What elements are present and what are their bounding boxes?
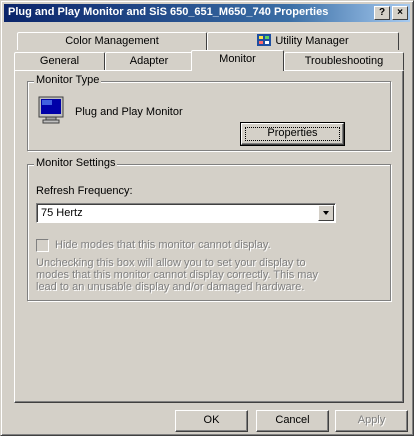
tab-label: General bbox=[39, 55, 80, 67]
close-button[interactable]: × bbox=[392, 6, 408, 20]
ok-button[interactable]: OK bbox=[175, 410, 248, 432]
monitor-name: Plug and Play Monitor bbox=[75, 106, 183, 118]
apply-button-label: Apply bbox=[357, 414, 386, 426]
monitor-settings-group: Monitor Settings Refresh Frequency: 75 H… bbox=[27, 157, 391, 301]
window-title: Plug and Play Monitor and SiS 650_651_M6… bbox=[8, 6, 329, 18]
cancel-button[interactable]: Cancel bbox=[256, 410, 329, 432]
tab-troubleshooting[interactable]: Troubleshooting bbox=[284, 52, 404, 70]
cancel-button-label: Cancel bbox=[275, 414, 310, 426]
help-button[interactable]: ? bbox=[374, 6, 390, 20]
apply-button[interactable]: Apply bbox=[335, 410, 408, 432]
refresh-frequency-select[interactable]: 75 Hertz bbox=[36, 203, 336, 223]
focus-rectangle bbox=[245, 127, 340, 141]
dropdown-arrow-icon[interactable] bbox=[318, 205, 334, 221]
tab-utility-manager[interactable]: Utility Manager bbox=[207, 32, 399, 50]
properties-button[interactable]: Properties bbox=[240, 122, 345, 146]
tab-label: Adapter bbox=[129, 55, 169, 67]
monitor-tab-panel: Monitor Type Plug and Play Monitor Prope… bbox=[14, 70, 404, 403]
tab-general[interactable]: General bbox=[14, 52, 105, 70]
refresh-frequency-label: Refresh Frequency: bbox=[36, 185, 133, 197]
properties-dialog: Plug and Play Monitor and SiS 650_651_M6… bbox=[0, 0, 414, 436]
utility-manager-icon bbox=[257, 34, 272, 46]
tab-label: Troubleshooting bbox=[304, 55, 384, 67]
tab-label: Monitor bbox=[219, 53, 256, 65]
monitor-settings-label: Monitor Settings bbox=[34, 157, 118, 169]
tab-adapter[interactable]: Adapter bbox=[105, 52, 193, 70]
tab-color-management[interactable]: Color Management bbox=[17, 32, 207, 50]
hide-modes-checkbox[interactable] bbox=[36, 239, 49, 252]
monitor-type-label: Monitor Type bbox=[34, 74, 102, 86]
warning-text: Unchecking this box will allow you to se… bbox=[36, 257, 319, 293]
monitor-type-group: Monitor Type Plug and Play Monitor Prope… bbox=[27, 74, 391, 151]
hide-modes-label: Hide modes that this monitor cannot disp… bbox=[55, 239, 271, 251]
tab-label: Color Management bbox=[65, 35, 159, 47]
tab-label: Utility Manager bbox=[275, 35, 349, 47]
monitor-icon bbox=[38, 96, 64, 126]
title-bar[interactable]: Plug and Play Monitor and SiS 650_651_M6… bbox=[4, 4, 410, 22]
ok-button-label: OK bbox=[203, 414, 220, 426]
refresh-frequency-value: 75 Hertz bbox=[41, 207, 83, 219]
tab-monitor[interactable]: Monitor bbox=[191, 50, 284, 71]
